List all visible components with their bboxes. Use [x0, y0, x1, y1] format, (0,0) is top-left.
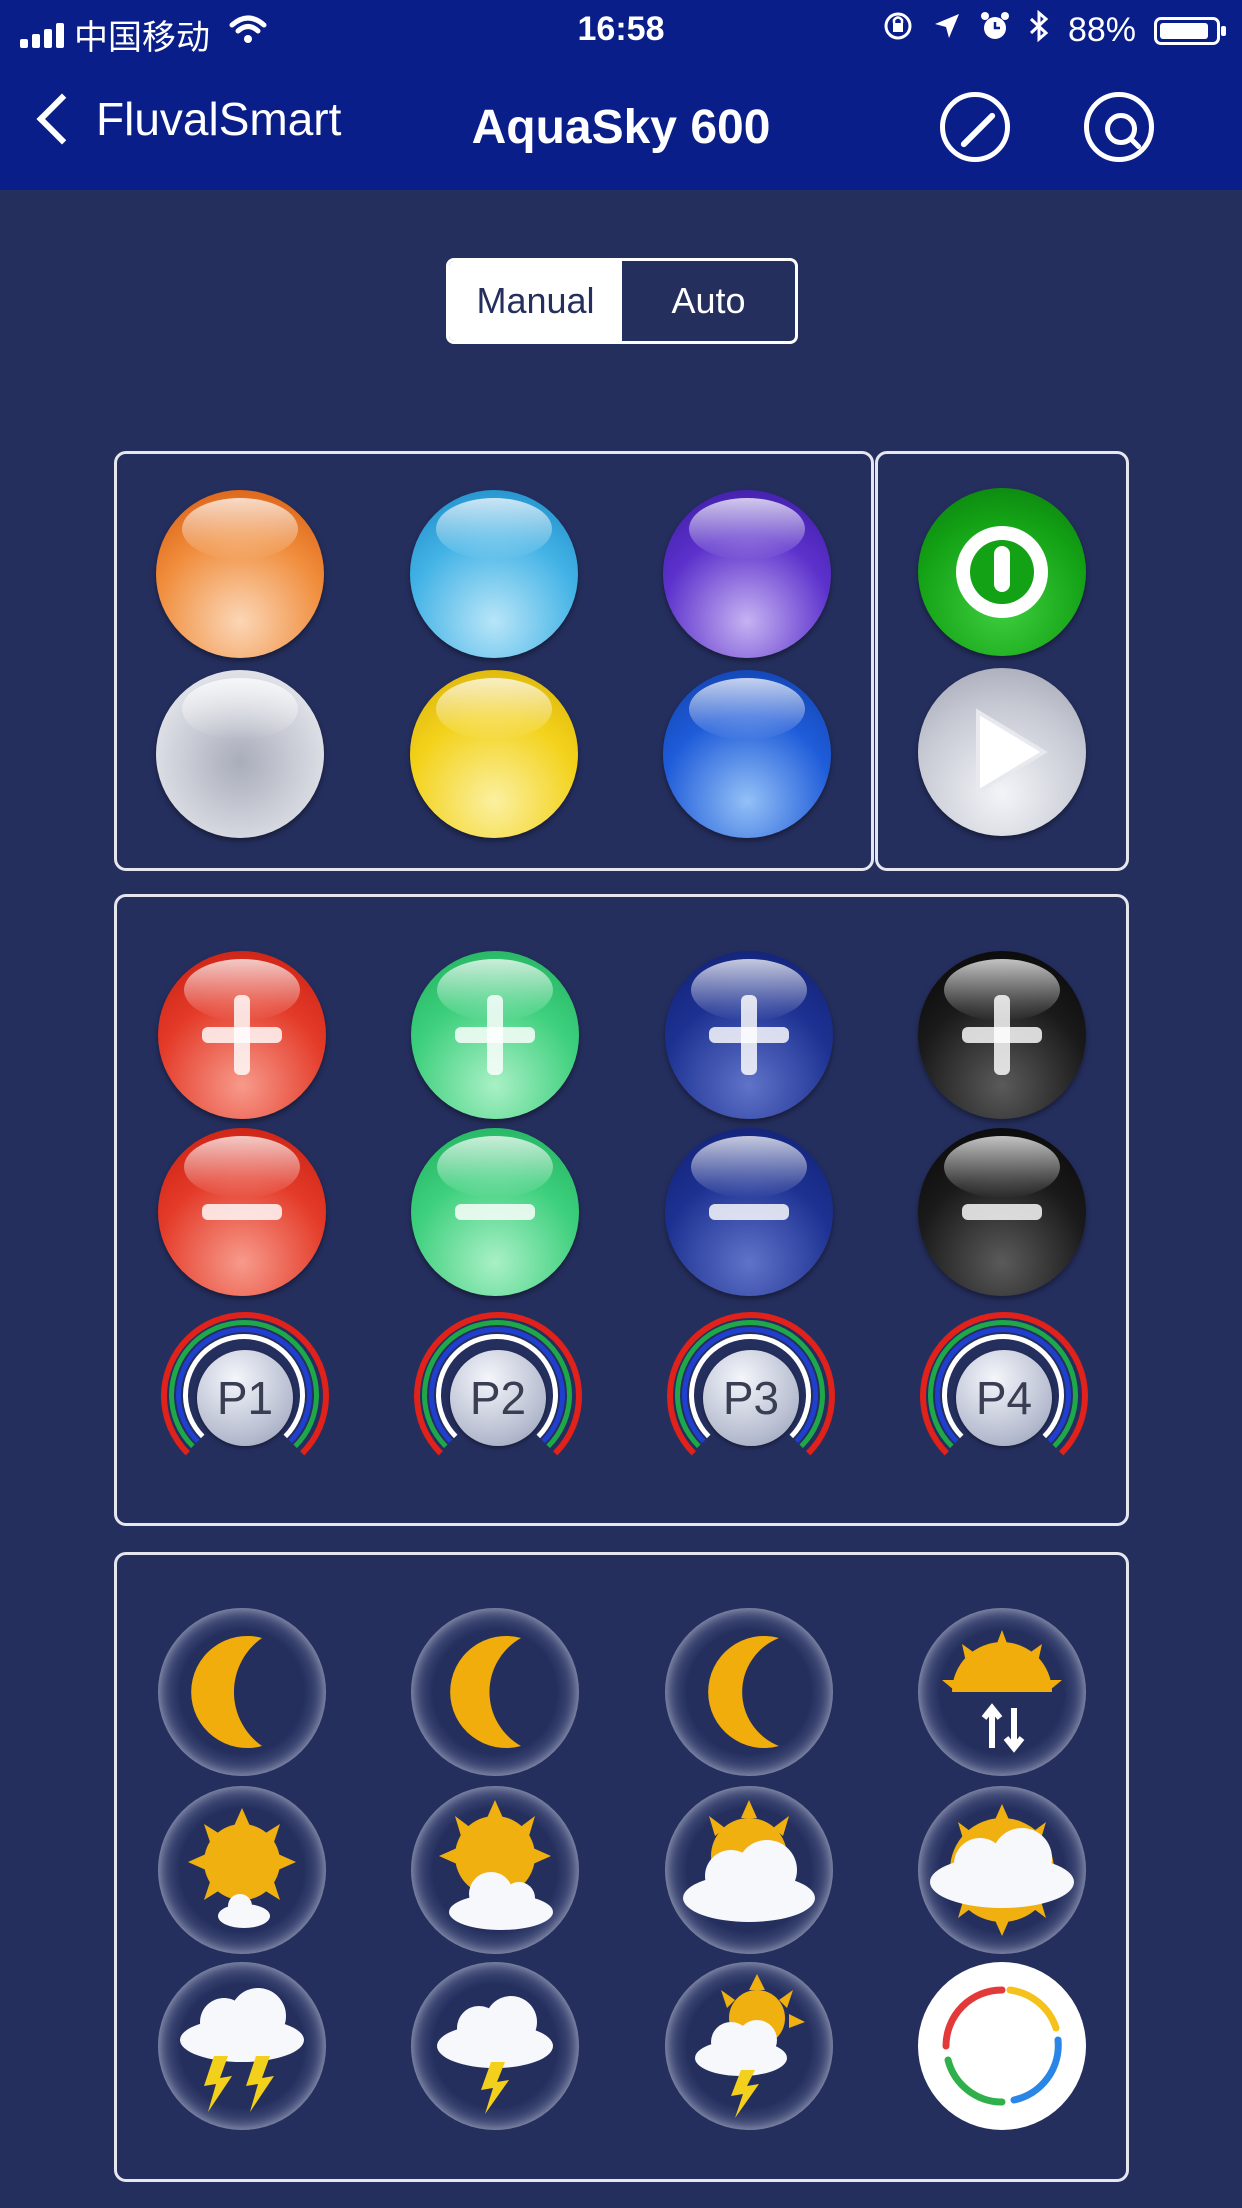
preset-p2-button[interactable]: P2 [412, 1310, 584, 1482]
moonlight-1-button[interactable] [158, 1608, 326, 1776]
alarm-icon [980, 11, 1010, 50]
white-minus-button[interactable] [918, 1128, 1086, 1296]
page-title: AquaSky 600 [471, 101, 771, 154]
search-icon[interactable] [1084, 92, 1154, 162]
preset-label: P2 [450, 1350, 546, 1446]
preset-p3-button[interactable]: P3 [665, 1310, 837, 1482]
orange-orb-button[interactable] [156, 490, 324, 658]
green-minus-button[interactable] [411, 1128, 579, 1296]
moonlight-3-button[interactable] [665, 1608, 833, 1776]
power-button[interactable] [918, 488, 1086, 656]
battery-icon [1154, 16, 1226, 45]
sunny-button[interactable] [158, 1786, 326, 1954]
blue-minus-button[interactable] [665, 1128, 833, 1296]
moonlight-2-button[interactable] [411, 1608, 579, 1776]
preset-label: P1 [197, 1350, 293, 1446]
white-orb-button[interactable] [156, 670, 324, 838]
play-icon [976, 708, 1048, 796]
preset-p4-button[interactable]: P4 [918, 1310, 1090, 1482]
blue-orb-button[interactable] [663, 670, 831, 838]
bluetooth-icon [1028, 9, 1050, 51]
storm-icon [437, 1996, 553, 2114]
sunrise-sunset-button[interactable] [918, 1608, 1086, 1776]
moonlight-2-icon [450, 1636, 521, 1748]
preset-label: P4 [956, 1350, 1052, 1446]
mode-manual-tab[interactable]: Manual [449, 261, 622, 341]
mostly-sunny-button[interactable] [411, 1786, 579, 1954]
storm-button[interactable] [411, 1962, 579, 2130]
sunrise-sunset-icon [938, 1630, 1066, 1753]
preset-p1-button[interactable]: P1 [159, 1310, 331, 1482]
cloudy-icon [930, 1804, 1074, 1936]
mostly-sunny-icon [439, 1800, 553, 1930]
green-plus-button[interactable] [411, 951, 579, 1119]
mode-segmented-control: Manual Auto [446, 258, 798, 344]
status-bar: 中国移动 16:58 88% [0, 0, 1242, 62]
power-icon [956, 526, 1048, 618]
sun-storm-button[interactable] [665, 1962, 833, 2130]
location-icon [932, 11, 962, 50]
moonlight-1-icon [191, 1636, 262, 1748]
mode-auto-tab[interactable]: Auto [622, 261, 795, 341]
violet-orb-button[interactable] [663, 490, 831, 658]
red-plus-button[interactable] [158, 951, 326, 1119]
red-minus-button[interactable] [158, 1128, 326, 1296]
partly-cloudy-button[interactable] [665, 1786, 833, 1954]
thunderstorm-button[interactable] [158, 1962, 326, 2130]
sunny-icon [188, 1808, 296, 1928]
cloudy-button[interactable] [918, 1786, 1086, 1954]
blue-plus-button[interactable] [665, 951, 833, 1119]
cyan-orb-button[interactable] [410, 490, 578, 658]
partly-cloudy-icon [683, 1800, 815, 1922]
cycle-icon [942, 1986, 1062, 2106]
thunderstorm-icon [180, 1988, 304, 2112]
sun-storm-icon [695, 1974, 805, 2118]
edit-icon[interactable] [940, 92, 1010, 162]
cycle-button[interactable] [918, 1962, 1086, 2130]
yellow-orb-button[interactable] [410, 670, 578, 838]
white-plus-button[interactable] [918, 951, 1086, 1119]
preset-label: P3 [703, 1350, 799, 1446]
moonlight-3-icon [708, 1636, 779, 1748]
rotation-lock-icon [882, 10, 914, 51]
nav-bar: FluvalSmart AquaSky 600 [0, 62, 1242, 190]
play-button[interactable] [918, 668, 1086, 836]
battery-percent: 88% [1067, 11, 1136, 49]
